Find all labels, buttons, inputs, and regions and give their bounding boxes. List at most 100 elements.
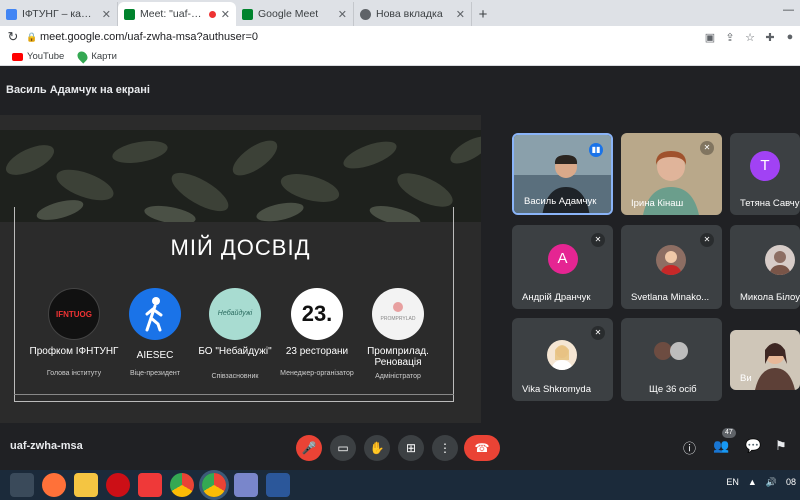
os-taskbar: EN ▲ 🔊 08 — [0, 470, 800, 500]
raise-hand-button[interactable]: ✋ — [364, 435, 390, 461]
clock[interactable]: 08 — [786, 477, 796, 488]
slide-bottom-line — [14, 394, 454, 395]
camera-icon[interactable]: ▣ — [700, 31, 720, 44]
recording-icon — [208, 10, 216, 18]
participant-tile[interactable]: Т Тетяна Савчу — [730, 133, 800, 215]
logo-text: Небайдужі — [217, 310, 253, 317]
restaurants-23-logo: 23. — [291, 288, 343, 340]
save-disk-icon[interactable] — [234, 473, 258, 497]
bookmarks-bar: YouTube Карти — [0, 48, 800, 66]
participant-name: Ірина Кінаш — [631, 198, 684, 209]
presenter-banner: Василь Адамчук на екрані — [6, 84, 150, 96]
bookmark-youtube[interactable]: YouTube — [12, 51, 64, 62]
language-indicator[interactable]: EN — [726, 477, 739, 488]
participant-name: Vika Shkromyda — [522, 384, 591, 395]
chrome-icon[interactable] — [170, 473, 194, 497]
participant-name: Тетяна Савчу — [740, 198, 800, 209]
calendar-icon — [6, 8, 17, 20]
globe-icon — [360, 8, 371, 20]
maps-icon — [75, 49, 90, 64]
share-icon[interactable]: ⇪ — [720, 31, 740, 44]
logo-text: PROMPRYLAD — [380, 316, 416, 322]
avatar: Т — [750, 150, 780, 181]
url-field[interactable]: meet.google.com/uaf-zwha-msa?authuser=0 — [40, 31, 700, 43]
meet-icon — [124, 8, 135, 20]
address-bar: ↻ 🔒 meet.google.com/uaf-zwha-msa?authuse… — [0, 26, 800, 48]
self-view-tile[interactable]: Ви — [730, 330, 800, 390]
participant-tile[interactable]: ✕ Ірина Кінаш — [621, 133, 722, 215]
more-options-button[interactable]: ⋮ — [432, 435, 458, 461]
tab-title: ІФТУНГ – календар - Деталі по... — [22, 8, 97, 20]
participant-tile[interactable]: ▮▮ Василь Адамчук — [512, 133, 613, 215]
more-participants-label: Ще 36 осіб — [649, 384, 697, 395]
meeting-controls-bar: uaf-zwha-msa 🎤 ▭ ✋ ⊞ ⋮ ☎ ⓘ 👥 47 💬 ⚑ — [0, 428, 800, 468]
speaking-indicator-icon: ▮▮ — [589, 143, 603, 157]
mic-off-icon: ✕ — [591, 233, 605, 247]
profile-icon[interactable]: ● — [780, 31, 800, 43]
participant-tile[interactable]: Микола Білоу — [730, 225, 800, 309]
new-tab-button[interactable]: + — [472, 4, 494, 26]
participant-name: Микола Білоу — [740, 292, 800, 303]
item-role: Співзасновник — [211, 373, 259, 380]
file-explorer-icon[interactable] — [74, 473, 98, 497]
lock-icon[interactable]: 🔒 — [26, 32, 40, 43]
item-label: Профком ІФНТУНГ — [29, 346, 119, 357]
participant-tile[interactable]: ✕ Svetlana Minako... — [621, 225, 722, 309]
item-label: AIESEC — [136, 350, 174, 361]
present-screen-button[interactable]: ⊞ — [398, 435, 424, 461]
end-call-button[interactable]: ☎ — [464, 435, 500, 461]
close-icon[interactable]: ✕ — [456, 8, 465, 21]
walking-person-icon — [129, 288, 181, 340]
meeting-code: uaf-zwha-msa — [10, 440, 83, 452]
close-icon[interactable]: ✕ — [221, 8, 230, 21]
participant-tile[interactable]: А ✕ Андрій Дранчук — [512, 225, 613, 309]
promprylad-logo: PROMPRYLAD — [372, 288, 424, 340]
camera-toggle-button[interactable]: ▭ — [330, 435, 356, 461]
item-label: 23 ресторани — [285, 346, 349, 357]
chat-icon[interactable]: 💬 — [745, 438, 761, 454]
participants-icon[interactable]: 👥 — [713, 438, 729, 454]
system-tray: EN ▲ 🔊 08 — [726, 477, 796, 488]
browser-tab-meet[interactable]: Meet: "uaf-zwha-msa" ✕ — [118, 2, 236, 26]
item-role: Адміністратор — [375, 373, 421, 380]
browser-tab-calendar[interactable]: ІФТУНГ – календар - Деталі по... ✕ — [0, 2, 118, 26]
meeting-info-icon[interactable]: ⓘ — [683, 438, 696, 457]
participant-name: Ви — [740, 373, 752, 384]
ifntung-logo: IFNTUOG — [48, 288, 100, 340]
nebaiduzhi-logo: Небайдужі — [209, 288, 261, 340]
activities-icon[interactable]: ⚑ — [775, 438, 787, 454]
more-participants-tile[interactable]: Ще 36 осіб — [621, 318, 722, 401]
mic-toggle-button[interactable]: 🎤 — [296, 435, 322, 461]
chrome-active-icon[interactable] — [202, 473, 226, 497]
start-icon[interactable] — [10, 473, 34, 497]
bookmark-label: YouTube — [27, 51, 65, 62]
browser-tab-google-meet[interactable]: Google Meet ✕ — [236, 2, 354, 26]
logo-text: IFNTUOG — [56, 310, 92, 319]
meet-icon — [242, 8, 253, 20]
close-icon[interactable]: ✕ — [338, 8, 347, 21]
star-icon[interactable]: ☆ — [740, 31, 760, 44]
item-role: Голова інституту — [46, 370, 102, 377]
browser-tab-bar: ІФТУНГ – календар - Деталі по... ✕ Meet:… — [0, 0, 800, 26]
participant-name: Андрій Дранчук — [522, 292, 591, 303]
reload-icon[interactable]: ↻ — [0, 29, 26, 45]
close-icon[interactable]: ✕ — [102, 8, 111, 21]
vivaldi-icon[interactable] — [138, 473, 162, 497]
word-icon[interactable] — [266, 473, 290, 497]
mic-off-icon: ✕ — [700, 233, 714, 247]
mic-off-icon: ✕ — [591, 326, 605, 340]
volume-icon[interactable]: 🔊 — [766, 477, 777, 488]
extensions-icon[interactable]: ✚ — [760, 31, 780, 44]
bookmark-maps[interactable]: Карти — [75, 49, 117, 64]
avatar — [656, 245, 686, 275]
bookmark-label: Карти — [91, 51, 117, 62]
participant-tile[interactable]: ✕ Vika Shkromyda — [512, 318, 613, 401]
item-role: Віце-президент — [130, 370, 180, 377]
minimize-icon[interactable]: — — [783, 4, 794, 16]
tab-title: Нова вкладка — [376, 8, 443, 20]
tray-arrow-icon[interactable]: ▲ — [748, 477, 757, 488]
logo-dot — [393, 302, 403, 312]
browser-tab-new[interactable]: Нова вкладка ✕ — [354, 2, 472, 26]
firefox-icon[interactable] — [42, 473, 66, 497]
opera-icon[interactable] — [106, 473, 130, 497]
